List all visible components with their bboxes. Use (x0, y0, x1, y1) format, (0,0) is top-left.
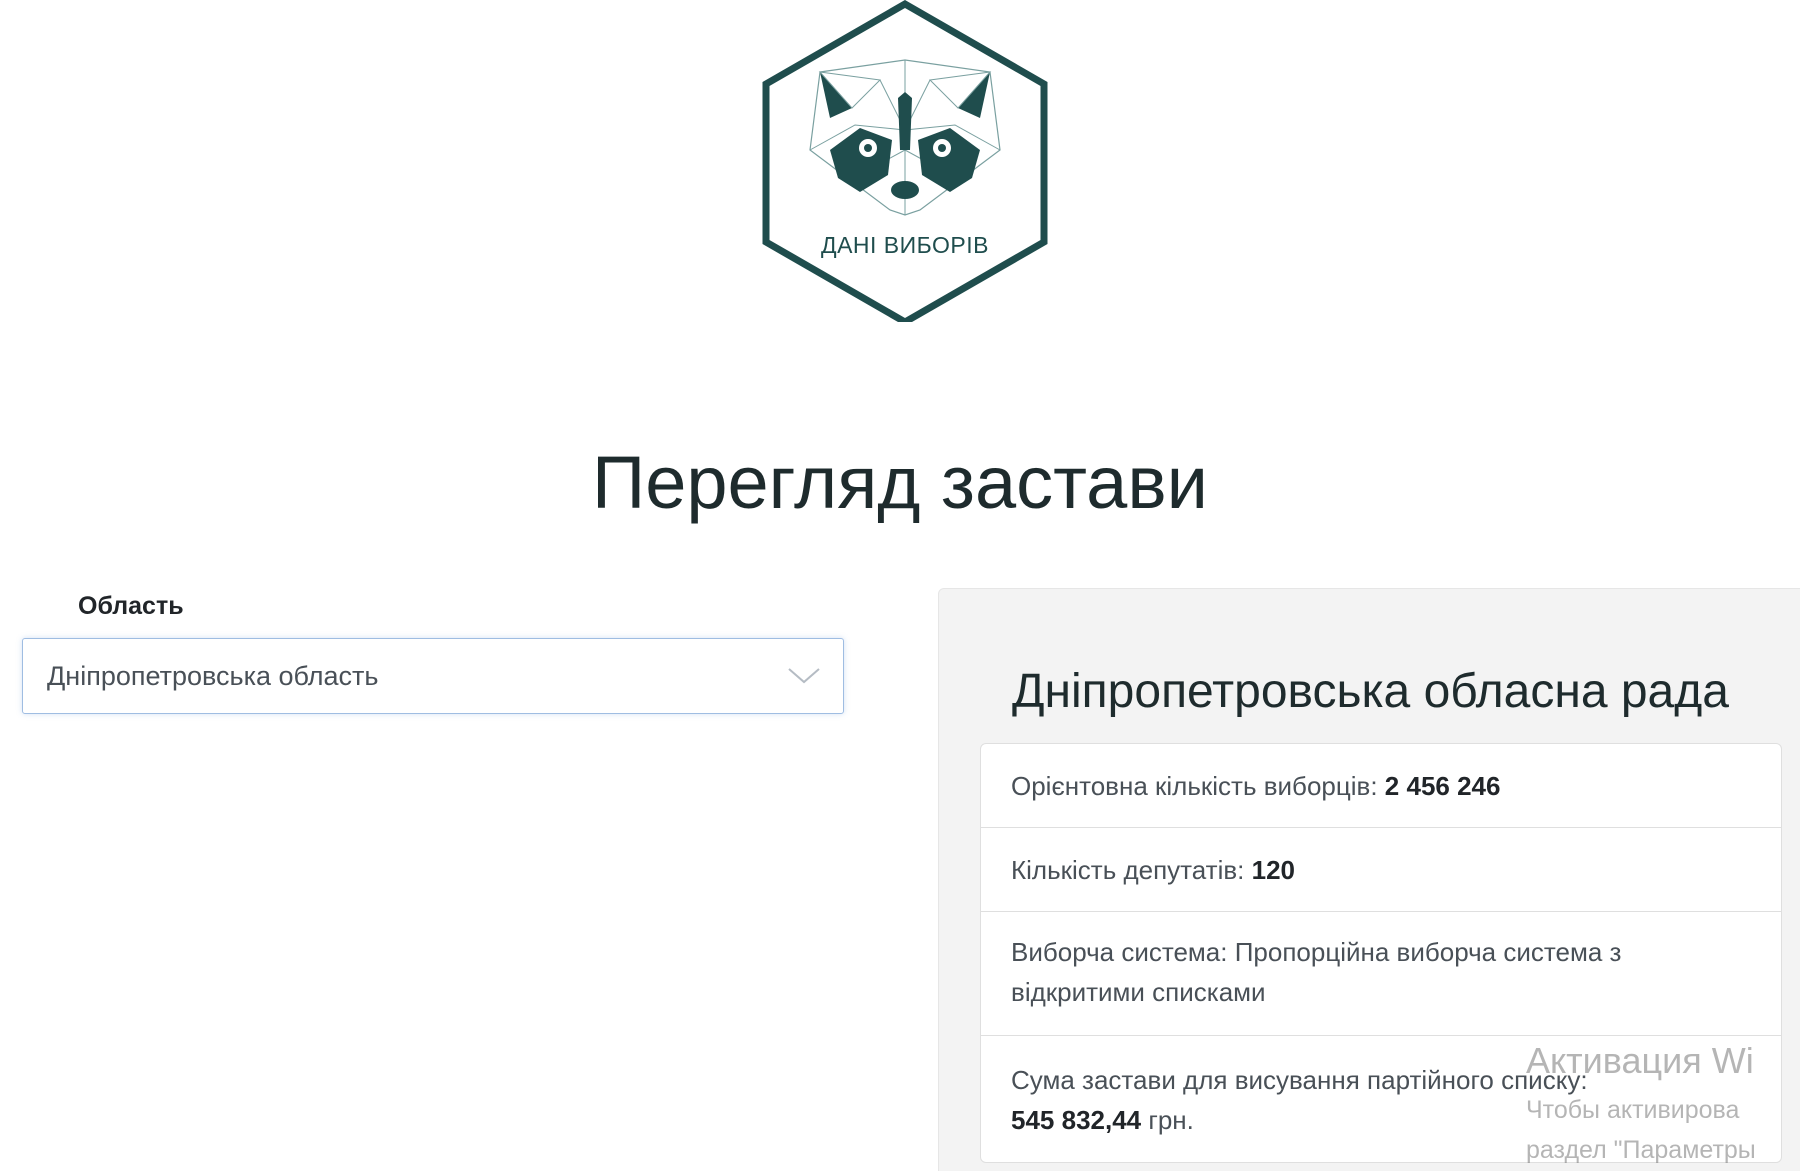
region-label: Область (78, 592, 184, 620)
voters-label: Орієнтовна кількість виборців: (1011, 771, 1385, 801)
page-title: Перегляд застави (592, 441, 1208, 524)
logo[interactable]: ДАНІ ВИБОРІВ (760, 0, 1050, 322)
list-item-deputies: Кількість депутатів: 120 (981, 828, 1781, 912)
list-item-voters: Орієнтовна кількість виборців: 2 456 246 (981, 744, 1781, 828)
activation-watermark-line: раздел "Параметры (1526, 1136, 1756, 1164)
deputies-label: Кількість депутатів: (1011, 855, 1252, 885)
council-title: Дніпропетровська обласна рада (1012, 665, 1729, 718)
deputies-value: 120 (1251, 855, 1296, 885)
deposit-unit: грн. (1141, 1105, 1194, 1135)
region-select-value: Дніпропетровська область (47, 661, 379, 691)
deposit-value: 545 832,44 (1011, 1105, 1142, 1135)
page: ДАНІ ВИБОРІВ Перегляд застави Область Дн… (0, 0, 1800, 1171)
activation-watermark-title: Активация Wi (1526, 1040, 1754, 1081)
region-select[interactable]: Дніпропетровська область (22, 638, 844, 714)
raccoon-icon (762, 0, 1048, 322)
list-item-electoral-system: Виборча система: Пропорційна виборча сис… (981, 912, 1781, 1036)
activation-watermark-line: Чтобы активирова (1526, 1096, 1740, 1124)
chevron-down-icon (788, 668, 820, 684)
system-label: Виборча система: (1011, 937, 1235, 967)
logo-text: ДАНІ ВИБОРІВ (821, 232, 989, 258)
voters-value: 2 456 246 (1384, 771, 1501, 801)
deposit-label: Сума застави для висування партійного сп… (1011, 1065, 1588, 1095)
